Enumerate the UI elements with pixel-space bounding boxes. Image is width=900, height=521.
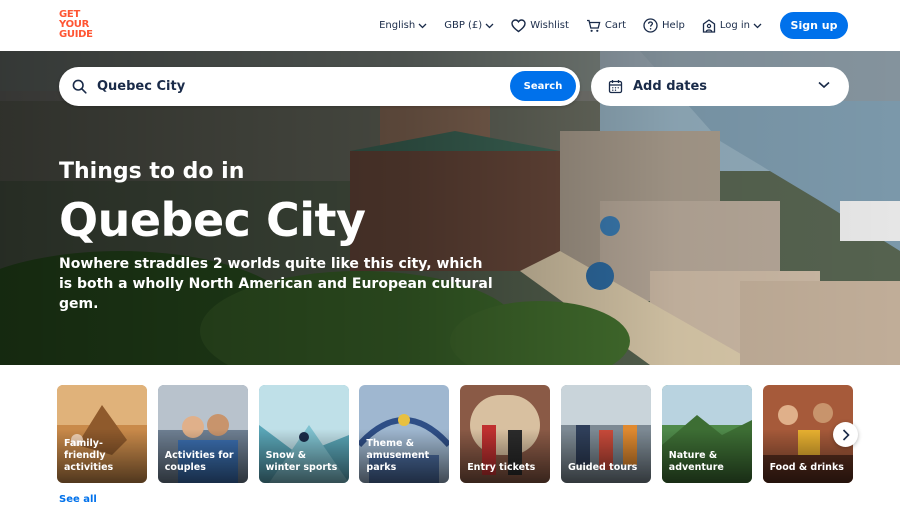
cart-link[interactable]: Cart [586, 19, 626, 33]
top-header: GET YOUR GUIDE English GBP (£) Wishlist … [0, 0, 900, 51]
category-label: Entry tickets [467, 462, 536, 473]
category-label: Theme & amusement parks [366, 438, 430, 473]
chevron-down-icon [418, 23, 427, 28]
hero-title: Quebec City [59, 193, 366, 247]
help-link[interactable]: Help [643, 18, 685, 33]
help-icon [643, 18, 658, 33]
category-label: Snow & winter sports [265, 450, 338, 473]
logo-line-3: GUIDE [59, 29, 93, 40]
category-card-guided-tours[interactable]: Guided tours [560, 385, 651, 483]
calendar-icon [608, 80, 623, 94]
wishlist-label: Wishlist [530, 20, 569, 31]
chevron-right-icon [842, 428, 850, 441]
hero-description: Nowhere straddles 2 worlds quite like th… [59, 256, 493, 312]
wishlist-link[interactable]: Wishlist [511, 18, 569, 33]
search-input[interactable] [97, 79, 427, 94]
carousel-next-button[interactable] [833, 422, 858, 447]
login-menu[interactable]: Log in [702, 18, 762, 33]
category-label: Food & drinks [769, 462, 844, 473]
card-overlay [560, 429, 651, 483]
language-selector[interactable]: English [379, 20, 427, 31]
chevron-down-icon [753, 23, 762, 28]
login-label: Log in [719, 20, 750, 31]
date-picker[interactable]: Add dates [591, 67, 849, 106]
category-card-couples[interactable]: Activities for couples [157, 385, 248, 483]
getyourguide-logo[interactable]: GET YOUR GUIDE [59, 10, 99, 40]
dates-label: Add dates [633, 79, 708, 94]
currency-label: GBP (£) [444, 20, 483, 31]
category-label: Activities for couples [164, 450, 234, 473]
language-label: English [379, 20, 416, 31]
sign-up-button[interactable]: Sign up [780, 12, 848, 39]
category-card-family-friendly[interactable]: Family-friendly activities [57, 385, 147, 483]
search-button[interactable]: Search [510, 71, 576, 101]
search-bar: Search [59, 67, 580, 106]
hero-subtitle: Things to do in [59, 159, 245, 184]
card-overlay [460, 429, 551, 483]
category-label: Nature & adventure [668, 450, 724, 473]
top-nav: English GBP (£) Wishlist Cart Help Log i… [362, 0, 848, 51]
chevron-down-icon [818, 81, 830, 89]
search-icon [72, 79, 87, 94]
cart-label: Cart [604, 20, 627, 31]
category-carousel: Family-friendly activities Activities fo… [57, 385, 863, 483]
user-icon [702, 18, 715, 33]
category-card-theme-parks[interactable]: Theme & amusement parks [359, 385, 450, 483]
hero-banner: Search Add dates Things to do in Quebec … [0, 51, 900, 365]
help-label: Help [662, 20, 685, 31]
cart-icon [586, 19, 601, 32]
see-all-link[interactable]: See all [59, 494, 97, 505]
category-label: Family-friendly activities [64, 438, 114, 473]
category-card-snow-winter[interactable]: Snow & winter sports [258, 385, 349, 483]
category-card-nature-adventure[interactable]: Nature & adventure [661, 385, 752, 483]
category-card-entry-tickets[interactable]: Entry tickets [460, 385, 551, 483]
heart-icon [511, 18, 526, 32]
chevron-down-icon [485, 23, 494, 28]
category-label: Guided tours [567, 462, 638, 473]
currency-selector[interactable]: GBP (£) [444, 20, 494, 31]
